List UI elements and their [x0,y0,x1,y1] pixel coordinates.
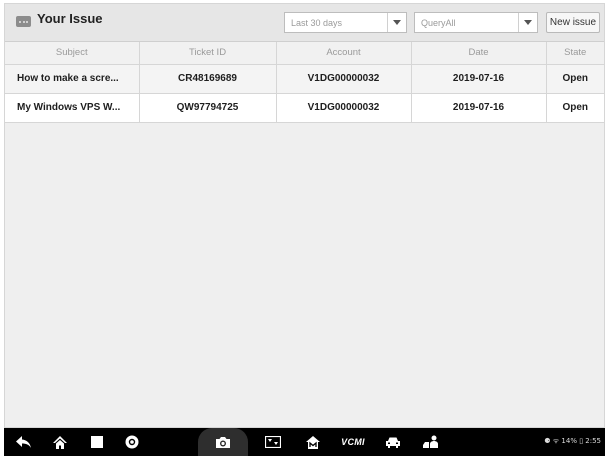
cell-ticket-id: QW97794725 [138,92,277,123]
display-icon[interactable] [263,433,283,451]
cell-ticket-id: CR48169689 [138,63,277,94]
maxifix-icon[interactable] [303,433,323,451]
system-navigation-bar: VCMI ⚈ ᯤ 14% ▯ 2:55 [4,428,605,456]
cell-account: V1DG00000032 [275,92,412,123]
app-window: Your Issue Last 30 days QueryAll New iss… [4,3,605,428]
date-range-select[interactable]: Last 30 days [284,12,407,33]
chevron-down-icon[interactable] [518,13,537,32]
table-row[interactable]: How to make a scre... CR48169689 V1DG000… [5,63,604,94]
cell-subject: My Windows VPS W... [5,92,140,123]
query-filter-select[interactable]: QueryAll [414,12,538,33]
column-header-account[interactable]: Account [275,42,412,65]
query-filter-value: QueryAll [421,18,456,28]
chevron-down-icon[interactable] [387,13,406,32]
cell-account: V1DG00000032 [275,63,412,94]
recent-apps-icon[interactable] [88,433,106,451]
column-header-ticket-id[interactable]: Ticket ID [138,42,277,65]
column-header-state[interactable]: State [545,42,604,65]
cell-state: Open [545,63,604,94]
cell-date: 2019-07-16 [410,92,547,123]
date-range-value: Last 30 days [291,18,343,28]
browser-icon[interactable] [122,433,142,451]
cell-state: Open [545,92,604,123]
camera-icon[interactable] [213,433,233,451]
column-header-subject[interactable]: Subject [5,42,140,65]
table-row[interactable]: My Windows VPS W... QW97794725 V1DG00000… [5,92,604,123]
column-header-date[interactable]: Date [410,42,547,65]
new-issue-button[interactable]: New issue [546,12,600,33]
home-icon[interactable] [50,433,70,451]
technician-icon[interactable] [420,433,442,451]
issue-chat-icon [16,16,31,27]
vcmi-icon[interactable]: VCMI [336,433,370,451]
page-title: Your Issue [37,11,103,26]
status-tray: ⚈ ᯤ 14% ▯ 2:55 [544,437,601,445]
issues-table: Subject Ticket ID Account Date State How… [5,42,604,123]
car-icon[interactable] [383,433,403,451]
table-header-row: Subject Ticket ID Account Date State [5,42,604,65]
header-bar: Your Issue Last 30 days QueryAll New iss… [5,4,604,42]
cell-date: 2019-07-16 [410,63,547,94]
cell-subject: How to make a scre... [5,63,140,94]
back-icon[interactable] [14,433,34,451]
